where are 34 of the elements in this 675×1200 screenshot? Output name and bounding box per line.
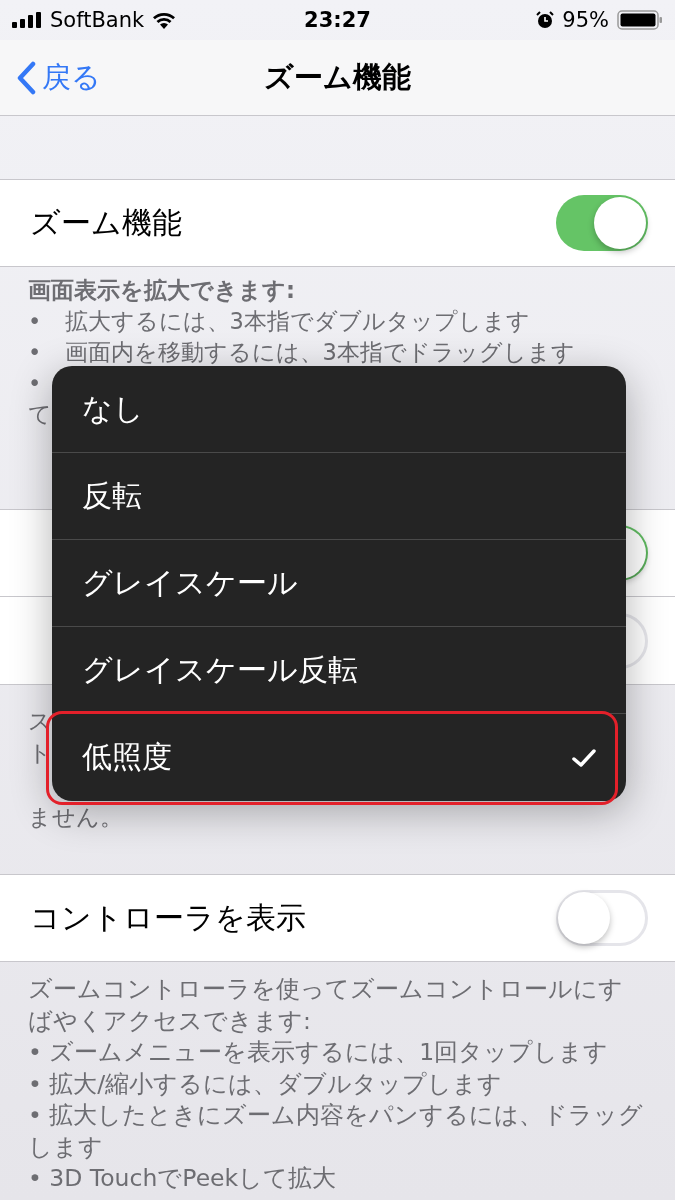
footer-text: 拡大するには、3本指でダブルタップします [64,307,530,336]
footer-text: て [28,400,52,429]
battery-percent: 95% [562,8,609,32]
toggle-switch[interactable] [556,890,648,946]
menu-item[interactable]: グレイスケール [52,540,626,627]
footer-text: 画面内を移動するには、3本指でドラッグします [64,338,575,367]
menu-item[interactable]: 反転 [52,453,626,540]
row-label: ズーム機能 [30,203,182,242]
footer-text: • 拡大したときにズーム内容をパンするには、ドラッグします [28,1100,645,1163]
footer-text: ト [28,739,52,768]
footer-text: ズームコントローラを使ってズームコントロールにすばやくアクセスできます: [28,974,624,1037]
section-footer-title: 画面表示を拡大できます: [28,276,296,305]
chevron-left-icon [16,60,36,95]
bullet-mark: • [28,307,43,336]
back-button[interactable]: 戻る [0,56,107,99]
signal-icon [12,12,42,28]
footer-text: • 拡大/縮小するには、ダブルタップします [28,1068,504,1100]
toggle-switch[interactable] [556,195,648,251]
screen-title: ズーム機能 [264,59,411,94]
alarm-clock-icon [536,11,555,29]
menu-item[interactable]: グレイスケール反転 [52,627,626,714]
footer-text: • ズームメニューを表示するには、1回タップします [28,1037,610,1068]
carrier-name: SoftBank [50,8,145,32]
row-label: コントローラを表示 [30,898,306,937]
battery-icon [617,10,663,30]
footer-text: ません。 [28,803,123,832]
bullet-mark: • [28,369,43,398]
checkmark-icon [572,747,596,768]
footer-text: • 3D TouchでPeekして拡大 [28,1163,338,1194]
clock-time: 23:27 [304,8,371,32]
menu-item[interactable]: なし [52,366,626,453]
wifi-icon [152,11,177,29]
menu-item[interactable]: 低照度 [52,714,626,801]
bullet-mark: • [28,338,43,367]
